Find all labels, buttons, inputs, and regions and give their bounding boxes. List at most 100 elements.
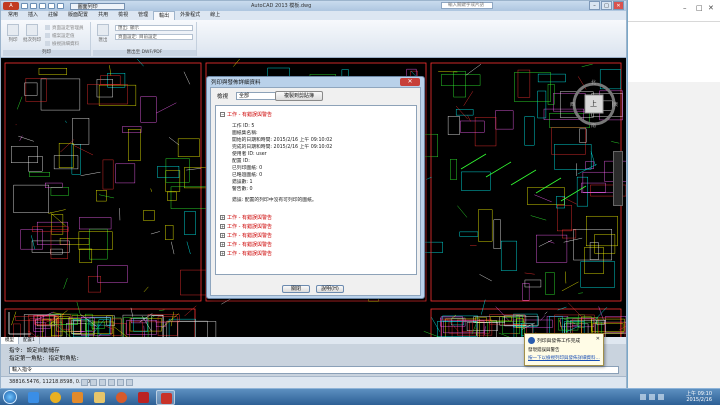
expanded-job-header[interactable]: − 工作 - 有錯誤與警告 [220,111,272,118]
export-button-label: 匯出 [98,38,108,43]
job-title: 工作 - 有錯誤與警告 [227,224,272,230]
otrack-icon[interactable] [126,379,133,386]
background-window-titlebar[interactable]: – □ ✕ [628,0,720,22]
view-cube-west[interactable]: 西 [570,101,575,108]
job-title: 工作 - 有錯誤與警告 [227,251,272,257]
expand-icon[interactable]: + [220,215,225,220]
tab-addins[interactable]: 外掛程式 [175,11,205,20]
tab-online[interactable]: 線上 [205,11,225,20]
page-setup-select[interactable]: 頁面設定: 目前設定 [115,34,193,40]
collapse-icon[interactable]: − [220,112,225,117]
background-window[interactable]: – □ ✕ [627,0,720,388]
plot-button[interactable]: 列印 [5,24,21,43]
plot-settings[interactable]: 檔案設定值 [45,33,75,39]
clock-date: 2015/2/16 [686,397,712,403]
app-icon[interactable] [134,390,153,405]
command-history-line: 指定第一角點: 指定對角點: [9,356,80,362]
close-dialog-button[interactable]: 關閉 [282,285,310,293]
snap-icon[interactable] [81,379,88,386]
collapsed-job[interactable]: + 工作 - 有錯誤與警告 [220,250,272,257]
collapsed-job[interactable]: + 工作 - 有錯誤與警告 [220,214,272,221]
tab-output[interactable]: 輸出 [153,11,176,20]
redo-icon[interactable] [57,3,64,9]
job-field: 工作 ID: 5 [232,124,255,129]
page-setup-label: 頁面設定管理員 [52,26,84,31]
plot-complete-notification[interactable]: 列印與發佈工作完成 ✕ 發現錯誤與警告 按一下以檢視列印與發佈詳細資料... [524,333,604,366]
plot-icon [7,24,19,36]
help-button[interactable]: 說明(H) [316,285,344,293]
plot-button-label: 列印 [8,38,18,43]
view-cube-top[interactable]: 上 [590,99,597,109]
expand-icon[interactable]: + [220,233,225,238]
collapsed-job[interactable]: + 工作 - 有錯誤與警告 [220,241,272,248]
new-icon[interactable] [21,3,28,9]
tab-annotate[interactable]: 註解 [43,11,63,20]
job-field: 開始的日期和時間: 2015/2/16 上午 09:10:02 [232,138,333,143]
tab-home[interactable]: 常用 [3,11,23,20]
page-setup-manager[interactable]: 頁面設定管理員 [45,25,84,31]
collapsed-job[interactable]: + 工作 - 有錯誤與警告 [220,223,272,230]
copy-to-clipboard-button[interactable]: 複製到剪貼簿 [275,91,323,101]
expand-icon[interactable]: + [220,251,225,256]
tab-insert[interactable]: 插入 [23,11,43,20]
collapsed-job[interactable]: + 工作 - 有錯誤與警告 [220,232,272,239]
ie-icon[interactable] [24,390,43,405]
chrome-icon[interactable] [46,390,65,405]
view-cube-south[interactable]: 南 [591,122,596,129]
flag-icon[interactable] [658,394,664,400]
ribbon-group-label: 匯出至 DWF/PDF [93,50,196,56]
tab-view[interactable]: 檢視 [113,11,133,20]
view-cube-north[interactable]: 北 [591,79,596,86]
export-button[interactable]: 匯出 [95,24,111,43]
explorer-icon[interactable] [90,390,109,405]
export-select[interactable]: 匯出: 顯示 [115,25,193,31]
osnap-icon[interactable] [117,379,124,386]
open-icon[interactable] [30,3,37,9]
details-report[interactable]: − 工作 - 有錯誤與警告 工作 ID: 5 圖紙集名稱: 開始的日期和時間: … [215,105,417,275]
save-icon[interactable] [39,3,46,9]
search-input[interactable]: 輸入關鍵字或片語 [441,2,493,9]
tab-layout1[interactable]: 配置1 [19,337,40,344]
undo-icon[interactable] [48,3,55,9]
ribbon-group-plot: 列印 批次列印 頁面設定管理員 檔案設定值 檢視詳細資料 列印 [3,22,91,56]
media-icon[interactable] [68,390,87,405]
polar-icon[interactable] [108,379,115,386]
network-icon[interactable] [640,394,646,400]
expand-icon[interactable]: + [220,242,225,247]
tab-manage[interactable]: 管理 [133,11,153,20]
navigation-bar[interactable] [613,151,623,206]
autocad-icon[interactable] [156,390,175,405]
expand-icon[interactable]: + [220,224,225,229]
batch-plot-button[interactable]: 批次列印 [23,24,41,43]
firefox-icon[interactable] [112,390,131,405]
batch-plot-icon [26,24,38,36]
volume-icon[interactable] [649,394,655,400]
clock[interactable]: 上午 09:10 2015/2/16 [686,391,712,403]
maximize-icon[interactable]: □ [696,4,703,12]
close-icon[interactable]: ✕ [708,4,714,12]
job-title: 工作 - 有錯誤與警告 [227,112,272,118]
view-cube[interactable]: 上 北 南 西 東 [568,79,620,129]
dialog-close-button[interactable]: ✕ [400,78,420,86]
notification-close-icon[interactable]: ✕ [596,336,600,342]
tab-layout[interactable]: 版面配置 [63,11,93,20]
view-cube-east[interactable]: 東 [613,101,618,108]
job-field: 配置 ID: [232,159,250,164]
view-details[interactable]: 檢視詳細資料 [45,41,79,47]
ortho-icon[interactable] [99,379,106,386]
plot-settings-label: 檔案設定值 [52,34,75,39]
background-window-panel [628,22,720,82]
grid-icon[interactable] [90,379,97,386]
workspace-selector[interactable]: ㅤ圖面列印 [70,2,125,10]
maximize-button[interactable]: □ [601,1,612,10]
notification-link[interactable]: 按一下以檢視列印與發佈詳細資料... [528,355,600,361]
minimize-button[interactable]: – [589,1,600,10]
tab-collaborate[interactable]: 共用 [93,11,113,20]
command-input[interactable]: 輸入指令 [9,366,619,374]
application-menu-button[interactable]: A [3,2,19,10]
start-button[interactable] [3,390,17,404]
tab-model[interactable]: 模型 [1,337,19,344]
close-button[interactable]: ✕ [613,1,624,10]
minimize-icon[interactable]: – [683,4,687,12]
window-title: AutoCAD 2013 模板.dwg [251,3,312,9]
